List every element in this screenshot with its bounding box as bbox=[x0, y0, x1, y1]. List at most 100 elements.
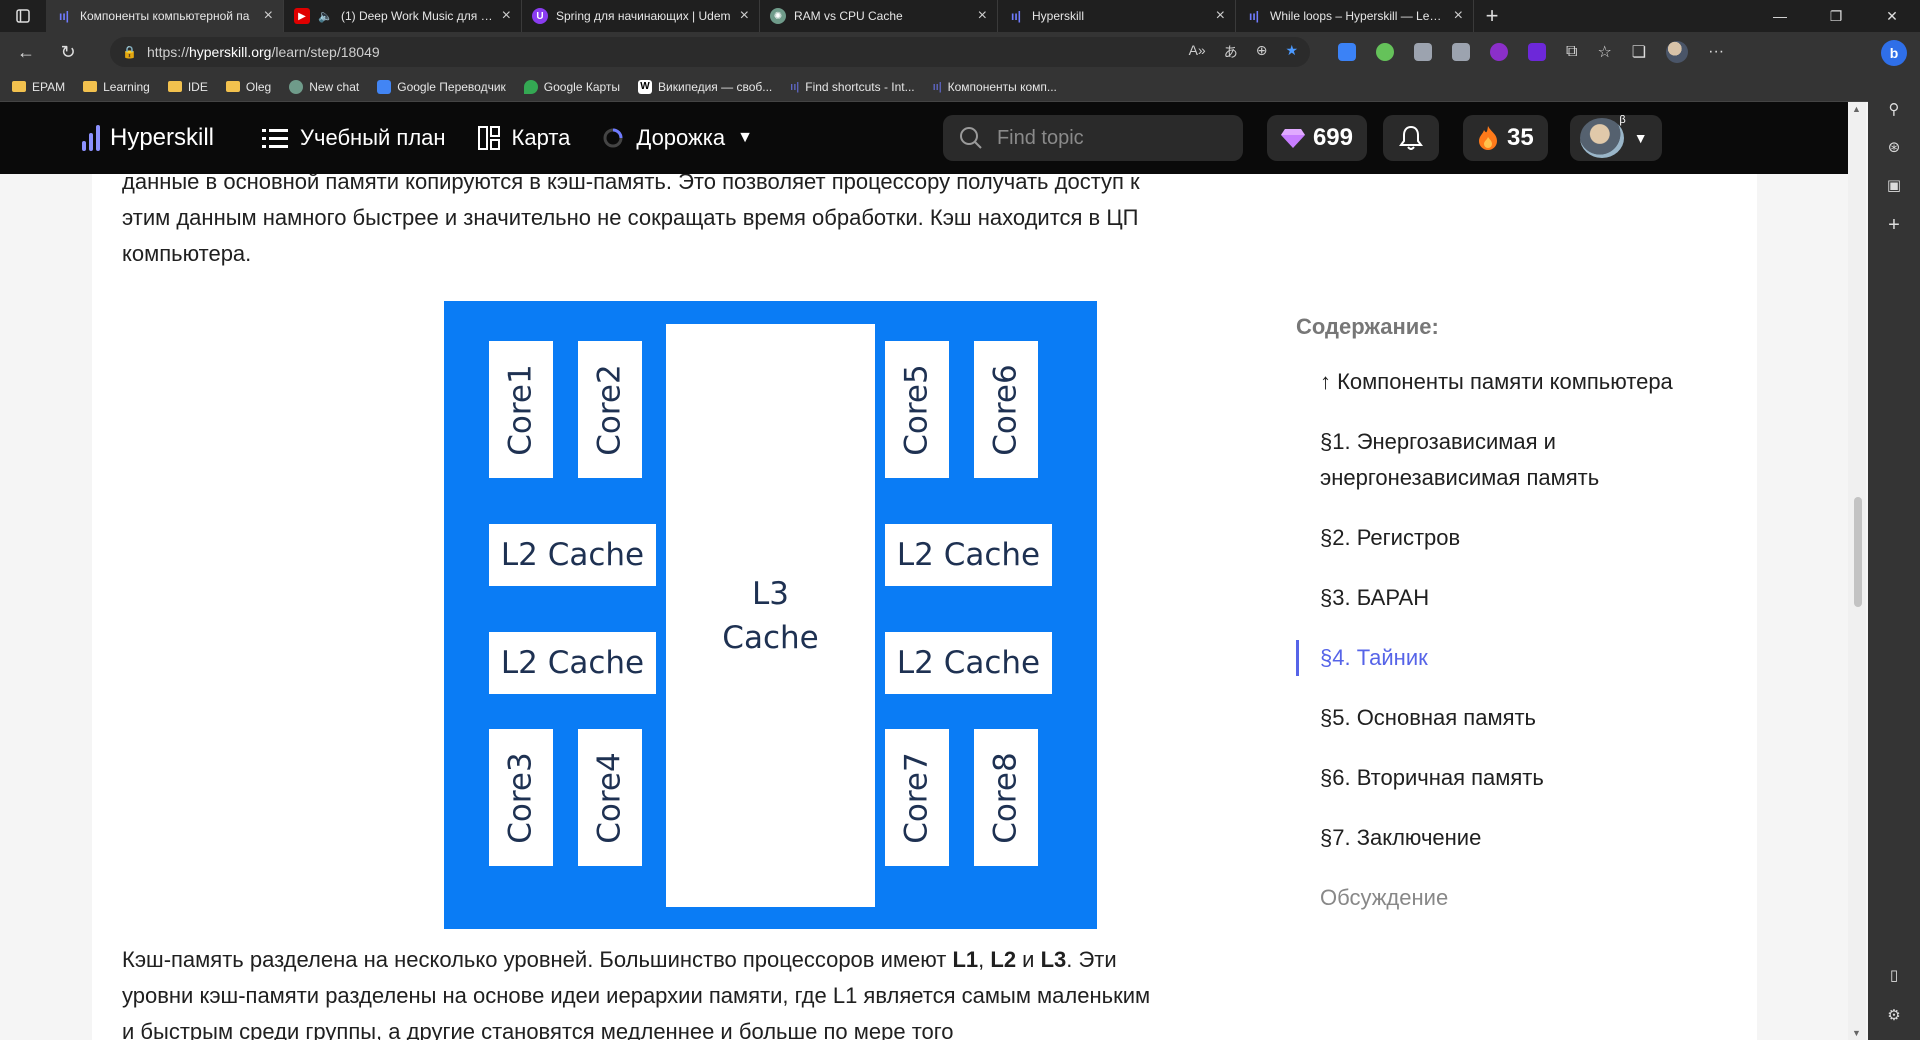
bell-icon bbox=[1398, 125, 1423, 150]
new-tab-button[interactable]: + bbox=[1474, 0, 1510, 32]
lock-icon[interactable]: 🔒 bbox=[122, 45, 137, 59]
toc-item[interactable]: §3. БАРАН bbox=[1296, 580, 1756, 616]
back-button[interactable]: ← bbox=[12, 42, 40, 63]
bing-copilot-icon[interactable]: b bbox=[1881, 40, 1907, 66]
favorite-star-icon[interactable]: ★ bbox=[1285, 42, 1298, 62]
l3-label: L3 bbox=[752, 575, 789, 612]
search-icon[interactable]: ⚲ bbox=[1889, 100, 1900, 118]
nav-label: Дорожка bbox=[636, 125, 726, 150]
restore-button[interactable]: ❐ bbox=[1808, 0, 1864, 32]
l2-label: L2 Cache bbox=[500, 537, 645, 573]
toc-item[interactable]: §6. Вторичная память bbox=[1296, 760, 1756, 796]
audio-icon[interactable]: 🔈 bbox=[318, 9, 333, 23]
url-field[interactable]: 🔒 https://hyperskill.org/learn/step/1804… bbox=[110, 37, 1310, 67]
logo-text: Hyperskill bbox=[110, 124, 215, 151]
paragraph: Кэш-память разделена на несколько уровне… bbox=[122, 947, 1151, 1040]
close-icon[interactable]: × bbox=[740, 7, 749, 25]
settings-gear-icon[interactable]: ⚙ bbox=[1887, 1006, 1900, 1024]
sidebar-toggle-icon[interactable]: ▯ bbox=[1890, 966, 1898, 984]
tab-title: RAM vs CPU Cache bbox=[794, 9, 903, 23]
extension-icon[interactable] bbox=[1528, 43, 1546, 61]
tab-actions-button[interactable] bbox=[0, 0, 46, 32]
translator-extension-icon[interactable] bbox=[1338, 43, 1356, 61]
extensions-puzzle-icon[interactable]: ⧉ bbox=[1566, 43, 1577, 61]
extension-icon[interactable] bbox=[1490, 43, 1508, 61]
toc-item-active[interactable]: §4. Тайник bbox=[1296, 640, 1756, 676]
toc-item[interactable]: ↑ Компоненты памяти компьютера bbox=[1296, 364, 1756, 400]
read-aloud-icon[interactable]: A» bbox=[1189, 42, 1206, 62]
page-scrollbar[interactable]: ▲ ▼ bbox=[1848, 102, 1866, 1040]
zoom-icon[interactable]: ⊕ bbox=[1256, 42, 1268, 62]
close-window-button[interactable]: ✕ bbox=[1864, 0, 1920, 32]
bookmark-google-maps[interactable]: Google Карты bbox=[523, 79, 620, 94]
bookmark-learning[interactable]: Learning bbox=[83, 80, 150, 94]
bookmark-ide[interactable]: IDE bbox=[167, 80, 208, 94]
hyperskill-logo[interactable]: Hyperskill bbox=[82, 124, 214, 152]
close-icon[interactable]: × bbox=[264, 7, 273, 25]
close-icon[interactable]: × bbox=[1216, 7, 1225, 25]
cpu-cache-diagram: Core1 Core2 L2 Cache L2 Cache Core3 Core… bbox=[444, 301, 1097, 929]
bookmark-epam[interactable]: EPAM bbox=[12, 80, 65, 94]
browser-tab[interactable]: ıı| Компоненты компьютерной па × bbox=[46, 0, 284, 32]
collections-icon[interactable]: ❏ bbox=[1632, 42, 1646, 62]
scroll-down-arrow[interactable]: ▼ bbox=[1852, 1028, 1861, 1038]
translate-icon[interactable]: あ bbox=[1224, 42, 1238, 62]
close-icon[interactable]: × bbox=[978, 7, 987, 25]
browser-tab[interactable]: U Spring для начинающих | Udem × bbox=[522, 0, 760, 32]
close-icon[interactable]: × bbox=[502, 7, 511, 25]
grammarly-extension-icon[interactable] bbox=[1376, 43, 1394, 61]
more-menu-icon[interactable]: ··· bbox=[1708, 43, 1724, 61]
profile-avatar[interactable] bbox=[1666, 41, 1689, 63]
favorites-icon[interactable]: ☆ bbox=[1597, 42, 1611, 62]
core-label: Core8 bbox=[988, 751, 1025, 844]
bookmark-oleg[interactable]: Oleg bbox=[225, 80, 271, 94]
topic-search[interactable] bbox=[942, 115, 1243, 161]
toc-item[interactable]: §2. Регистров bbox=[1296, 520, 1756, 556]
scrollbar-thumb[interactable] bbox=[1854, 497, 1862, 607]
main-nav: Учебный план Карта Дорожка ▼ bbox=[262, 125, 753, 151]
browser-tab[interactable]: ıı| Hyperskill × bbox=[998, 0, 1236, 32]
shopping-icon[interactable]: ⊛ bbox=[1888, 138, 1901, 156]
bookmark-new-chat[interactable]: New chat bbox=[289, 79, 359, 94]
nav-map[interactable]: Карта bbox=[477, 125, 570, 151]
core-label: Core2 bbox=[592, 363, 629, 456]
minimize-button[interactable]: — bbox=[1752, 0, 1808, 32]
core-label: Core3 bbox=[503, 751, 540, 844]
bookmark-find-shortcuts[interactable]: ıı| Find shortcuts - Int... bbox=[790, 80, 914, 94]
toc-item[interactable]: §7. Заключение bbox=[1296, 820, 1756, 856]
scroll-up-arrow[interactable]: ▲ bbox=[1852, 104, 1861, 114]
core-box: Core6 bbox=[974, 341, 1038, 478]
tab-title: Компоненты компьютерной па bbox=[80, 9, 250, 23]
search-input[interactable] bbox=[996, 126, 1217, 150]
bold-term: L1 bbox=[952, 947, 979, 972]
close-icon[interactable]: × bbox=[1454, 7, 1463, 25]
user-menu-button[interactable]: β ▼ bbox=[1569, 114, 1662, 161]
browser-tab[interactable]: ıı| While loops – Hyperskill — Learn × bbox=[1236, 0, 1474, 32]
add-icon[interactable]: + bbox=[1888, 214, 1900, 237]
nav-study-plan[interactable]: Учебный план bbox=[262, 125, 446, 151]
streak-counter[interactable]: 35 bbox=[1462, 115, 1548, 161]
notifications-button[interactable] bbox=[1382, 115, 1439, 161]
extension-icon[interactable] bbox=[1414, 43, 1432, 61]
bookmark-wikipedia[interactable]: W Википедия — своб... bbox=[638, 79, 772, 94]
user-avatar: β bbox=[1579, 114, 1626, 158]
browser-tab[interactable]: ✺ RAM vs CPU Cache × bbox=[760, 0, 998, 32]
extension-icon[interactable] bbox=[1452, 43, 1470, 61]
bookmark-components[interactable]: ıı| Компоненты комп... bbox=[933, 80, 1057, 94]
toc-item-discussion[interactable]: Обсуждение bbox=[1296, 880, 1756, 916]
l2-label: L2 Cache bbox=[896, 645, 1041, 681]
toc-item[interactable]: §1. Энергозависимая и энергонезависимая … bbox=[1296, 424, 1756, 496]
office-icon[interactable]: ▣ bbox=[1887, 176, 1901, 194]
l2-cache-box: L2 Cache bbox=[885, 524, 1052, 586]
nav-track[interactable]: Дорожка ▼ bbox=[602, 125, 753, 151]
toc-item[interactable]: §5. Основная память bbox=[1296, 700, 1756, 736]
chevron-down-icon: ▼ bbox=[737, 129, 753, 146]
refresh-button[interactable]: ↻ bbox=[54, 42, 82, 63]
gems-counter[interactable]: 699 bbox=[1266, 115, 1367, 161]
folder-icon bbox=[83, 81, 98, 92]
paragraph: данные в основной памяти копируются в кэ… bbox=[122, 174, 1140, 266]
site-header: Hyperskill Учебный план Карта Дорожка ▼ … bbox=[0, 102, 1848, 174]
bookmark-google-translate[interactable]: Google Переводчик bbox=[377, 79, 506, 94]
translate-icon bbox=[377, 79, 392, 94]
browser-tab[interactable]: ▶ 🔈 (1) Deep Work Music для пр × bbox=[284, 0, 522, 32]
